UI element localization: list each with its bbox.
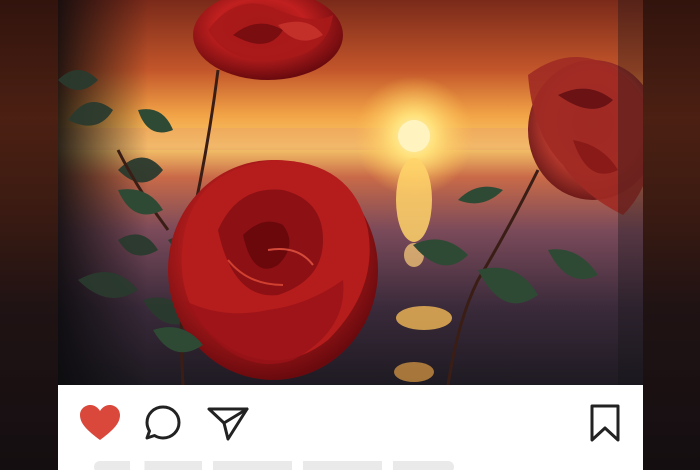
post-action-bar [58, 385, 643, 470]
bookmark-icon[interactable] [588, 403, 622, 443]
caption-text-faded [94, 461, 454, 470]
comment-bubble-icon[interactable] [144, 404, 182, 442]
post-card [58, 0, 643, 470]
heart-icon[interactable] [78, 403, 122, 443]
instagram-post-screen [0, 0, 700, 470]
rose-sunset-image [58, 0, 643, 385]
post-photo[interactable] [58, 0, 643, 385]
paper-plane-icon[interactable] [206, 404, 250, 442]
